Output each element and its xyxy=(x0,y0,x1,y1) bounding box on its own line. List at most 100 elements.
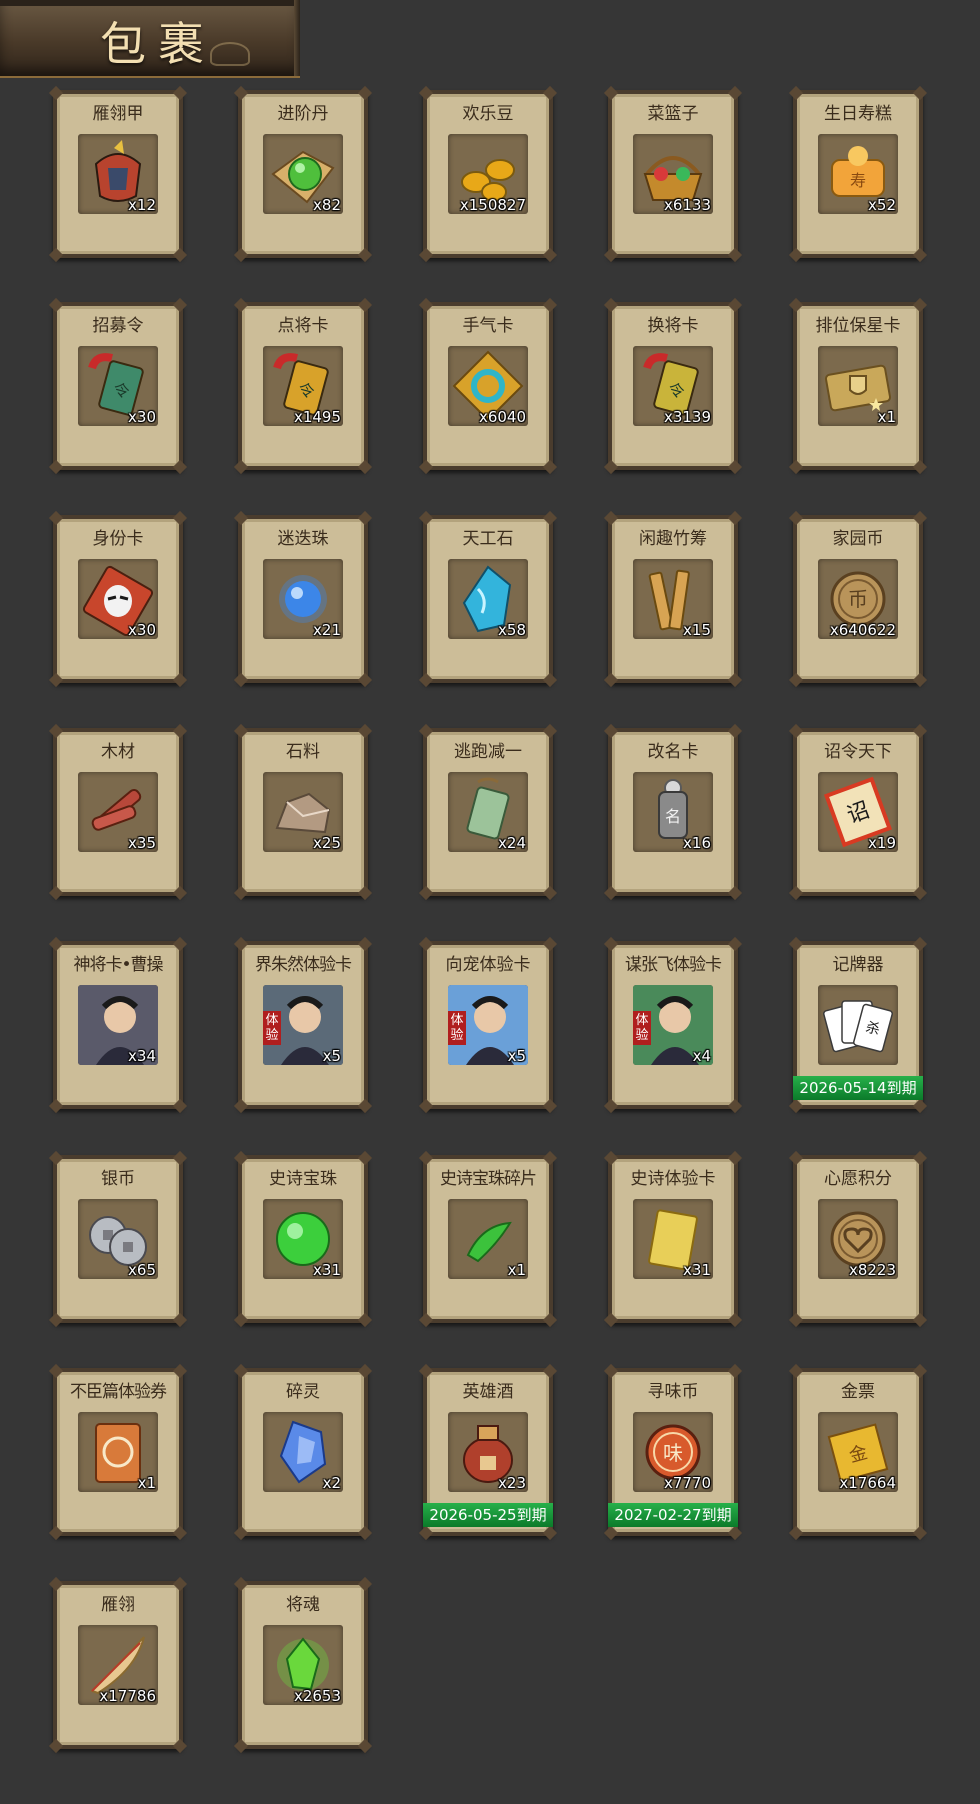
item-count: x65 xyxy=(128,1261,156,1279)
page-title: 包裹 xyxy=(100,17,216,71)
card-corner-ornament xyxy=(418,936,434,952)
inventory-item-card[interactable]: 金票 金 x17664 xyxy=(788,1363,928,1541)
inventory-item-card[interactable]: 点将卡 令 x1495 xyxy=(233,297,373,475)
inventory-item-card[interactable]: 记牌器 杀 2026-05-14到期 xyxy=(788,936,928,1114)
bamboo-tally-icon: x15 xyxy=(633,559,713,639)
card-corner-ornament xyxy=(788,85,804,101)
card-corner-ornament xyxy=(172,1525,188,1541)
card-corner-ornament xyxy=(727,936,743,952)
inventory-item-card[interactable]: 心愿积分 x8223 xyxy=(788,1150,928,1328)
inventory-item-card[interactable]: 碎灵 x2 xyxy=(233,1363,373,1541)
inventory-item-card[interactable]: 史诗宝珠 x31 xyxy=(233,1150,373,1328)
luck-card-icon: x6040 xyxy=(448,346,528,426)
card-corner-ornament xyxy=(418,247,434,263)
card-corner-ornament xyxy=(727,1150,743,1166)
item-count: x58 xyxy=(498,621,526,639)
item-count: x3139 xyxy=(663,408,711,426)
trial-tag: 体验 xyxy=(633,1011,651,1045)
inventory-item-card[interactable]: 史诗宝珠碎片 x1 xyxy=(418,1150,558,1328)
card-corner-ornament xyxy=(727,1312,743,1328)
inventory-item-card[interactable]: 排位保星卡 x1 xyxy=(788,297,928,475)
header-banner: 包裹 xyxy=(0,0,300,78)
inventory-item-card[interactable]: 手气卡 x6040 xyxy=(418,297,558,475)
inventory-item-card[interactable]: 菜篮子 x6133 xyxy=(603,85,743,263)
item-name: 招募令 xyxy=(92,316,144,336)
inventory-item-card[interactable]: 界朱然体验卡 体验 x5 xyxy=(233,936,373,1114)
card-corner-ornament xyxy=(603,1150,619,1166)
inventory-item-card[interactable]: 木材 x35 xyxy=(48,723,188,901)
card-corner-ornament xyxy=(172,936,188,952)
item-name: 生日寿糕 xyxy=(824,104,892,124)
card-corner-ornament xyxy=(48,85,64,101)
item-name: 不臣篇体验券 xyxy=(70,1382,167,1402)
inventory-item-card[interactable]: 寻味币 味 x7770 2027-02-27到期 xyxy=(603,1363,743,1541)
inventory-item-card[interactable]: 闲趣竹筹 x15 xyxy=(603,510,743,688)
card-corner-ornament xyxy=(172,1576,188,1592)
item-count: x6040 xyxy=(478,408,526,426)
card-corner-ornament xyxy=(912,1525,928,1541)
expiry-banner: 2027-02-27到期 xyxy=(608,1503,738,1527)
item-count: x17786 xyxy=(99,1687,156,1705)
inventory-item-card[interactable]: 招募令 令 x30 xyxy=(48,297,188,475)
item-name: 迷迭珠 xyxy=(277,529,329,549)
inventory-item-card[interactable]: 银币 x65 xyxy=(48,1150,188,1328)
inventory-item-card[interactable]: 欢乐豆 x150827 xyxy=(418,85,558,263)
card-corner-ornament xyxy=(357,459,373,475)
rename-tag-icon: 名 x16 xyxy=(633,772,713,852)
inventory-item-card[interactable]: 雁翎 x17786 xyxy=(48,1576,188,1754)
item-count: x19 xyxy=(868,834,896,852)
inventory-item-card[interactable]: 改名卡 名 x16 xyxy=(603,723,743,901)
item-name: 记牌器 xyxy=(832,955,884,975)
inventory-item-card[interactable]: 天工石 x58 xyxy=(418,510,558,688)
item-name: 史诗宝珠碎片 xyxy=(440,1169,537,1189)
inventory-item-card[interactable]: 史诗体验卡 x31 xyxy=(603,1150,743,1328)
inventory-item-card[interactable]: 雁翎甲 x12 xyxy=(48,85,188,263)
inventory-item-card[interactable]: 逃跑减一 x24 xyxy=(418,723,558,901)
inventory-item-card[interactable]: 向宠体验卡 体验 x5 xyxy=(418,936,558,1114)
inventory-item-card[interactable]: 石料 x25 xyxy=(233,723,373,901)
item-count: x2653 xyxy=(293,1687,341,1705)
card-corner-ornament xyxy=(357,723,373,739)
xiang-chong-portrait-icon: 体验 x5 xyxy=(448,985,528,1065)
inventory-item-card[interactable]: 迷迭珠 x21 xyxy=(233,510,373,688)
card-corner-ornament xyxy=(357,1150,373,1166)
inventory-item-card[interactable]: 诏令天下 诏 x19 xyxy=(788,723,928,901)
heart-coin-icon: x8223 xyxy=(818,1199,898,1279)
card-corner-ornament xyxy=(542,936,558,952)
inventory-item-card[interactable]: 谋张飞体验卡 体验 x4 xyxy=(603,936,743,1114)
inventory-screen: 包裹 雁翎甲 x12 进阶丹 x82 欢乐豆 x150827 菜篮子 x6133 生日寿… xyxy=(0,0,980,1804)
item-name: 进阶丹 xyxy=(277,104,329,124)
inventory-item-card[interactable]: 将魂 x2653 xyxy=(233,1576,373,1754)
card-corner-ornament xyxy=(48,297,64,313)
svg-text:币: 币 xyxy=(848,587,868,611)
inventory-item-card[interactable]: 换将卡 令 x3139 xyxy=(603,297,743,475)
inventory-item-card[interactable]: 进阶丹 x82 xyxy=(233,85,373,263)
item-count: x1 xyxy=(877,408,896,426)
inventory-item-card[interactable]: 生日寿糕 寿 x52 xyxy=(788,85,928,263)
blue-crystal-icon: x58 xyxy=(448,559,528,639)
inventory-item-card[interactable]: 家园币 币 x640622 xyxy=(788,510,928,688)
card-corner-ornament xyxy=(418,672,434,688)
card-corner-ornament xyxy=(48,1738,64,1754)
card-corner-ornament xyxy=(172,459,188,475)
inventory-item-card[interactable]: 不臣篇体验券 x1 xyxy=(48,1363,188,1541)
card-corner-ornament xyxy=(603,936,619,952)
card-corner-ornament xyxy=(912,1150,928,1166)
card-corner-ornament xyxy=(172,723,188,739)
card-corner-ornament xyxy=(233,247,249,263)
card-corner-ornament xyxy=(233,672,249,688)
card-corner-ornament xyxy=(788,936,804,952)
item-name: 石料 xyxy=(286,742,320,762)
item-name: 雁翎甲 xyxy=(92,104,144,124)
card-corner-ornament xyxy=(48,459,64,475)
card-corner-ornament xyxy=(357,1098,373,1114)
card-corner-ornament xyxy=(912,1312,928,1328)
inventory-item-card[interactable]: 英雄酒 x23 2026-05-25到期 xyxy=(418,1363,558,1541)
item-count: x8223 xyxy=(848,1261,896,1279)
basket-icon: x6133 xyxy=(633,134,713,214)
inventory-item-card[interactable]: 身份卡 x30 xyxy=(48,510,188,688)
item-name: 碎灵 xyxy=(286,1382,320,1402)
card-corner-ornament xyxy=(542,723,558,739)
card-corner-ornament xyxy=(357,1576,373,1592)
inventory-item-card[interactable]: 神将卡•曹操 x34 xyxy=(48,936,188,1114)
